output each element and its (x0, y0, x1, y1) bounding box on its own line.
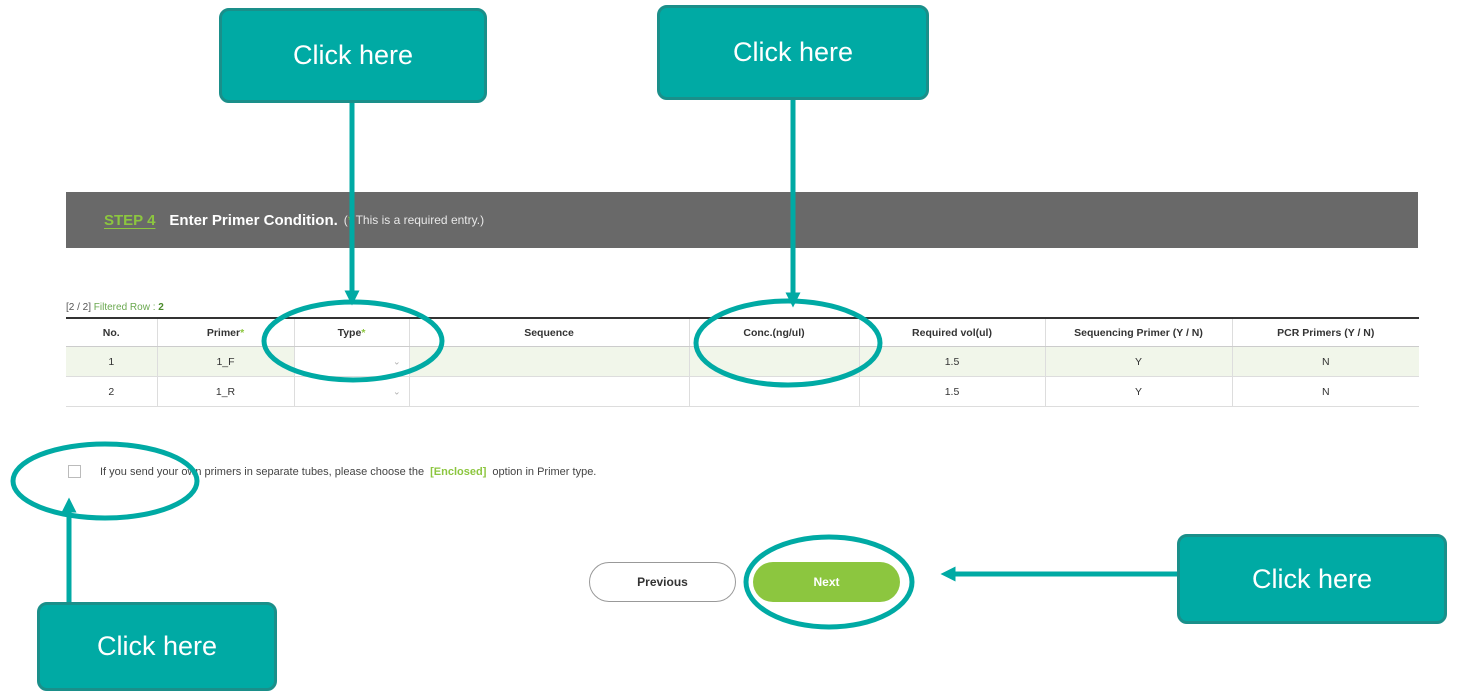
step-label: STEP 4 (104, 211, 156, 229)
cell-required-vol: 1.5 (858, 376, 1045, 407)
cell-required-vol: 1.5 (858, 346, 1045, 377)
cell-pcr-primers: N (1231, 376, 1419, 407)
cell-primer: 1_F (156, 346, 294, 377)
next-button[interactable]: Next (753, 562, 900, 602)
type-select[interactable]: ⌄ (293, 346, 409, 377)
filtered-row-info: [2 / 2] Filtered Row : 2 (66, 302, 164, 313)
header-pcr-primers: PCR Primers (Y / N) (1231, 317, 1419, 347)
cell-no: 2 (66, 376, 157, 407)
conc-input[interactable] (688, 346, 859, 377)
primer-table: No. Primer* Type* Sequence Conc.(ng/ul) … (66, 317, 1419, 407)
cell-pcr-primers: N (1231, 346, 1419, 377)
header-primer: Primer* (156, 317, 294, 347)
header-required-vol: Required vol(ul) (858, 317, 1045, 347)
header-conc: Conc.(ng/ul) (688, 317, 859, 347)
previous-button[interactable]: Previous (589, 562, 736, 602)
table-row: 2 1_R ⌄ 1.5 Y N (66, 376, 1419, 407)
enclosed-option-text: If you send your own primers in separate… (100, 465, 597, 478)
chevron-down-icon: ⌄ (392, 386, 401, 396)
header-sequencing-primer: Sequencing Primer (Y / N) (1044, 317, 1232, 347)
sequence-input[interactable] (408, 346, 689, 377)
header-type: Type* (293, 317, 409, 347)
enclosed-checkbox[interactable] (68, 465, 81, 478)
step-title: Enter Primer Condition. (169, 211, 338, 229)
header-no: No. (66, 317, 157, 347)
callout-type-column: Click here (219, 8, 487, 103)
callout-conc-column: Click here (657, 5, 929, 100)
chevron-down-icon: ⌄ (392, 356, 401, 366)
conc-input[interactable] (688, 376, 859, 407)
callout-checkbox: Click here (37, 602, 277, 691)
header-sequence: Sequence (408, 317, 689, 347)
type-select[interactable]: ⌄ (293, 376, 409, 407)
cell-sequencing-primer: Y (1044, 376, 1232, 407)
callout-next-button: Click here (1177, 534, 1447, 624)
enclosed-option-row: If you send your own primers in separate… (68, 465, 596, 478)
highlight-ellipse-checkbox (10, 441, 200, 521)
cell-primer: 1_R (156, 376, 294, 407)
sequence-input[interactable] (408, 376, 689, 407)
required-note: (* This is a required entry.) (343, 213, 485, 227)
cell-no: 1 (66, 346, 157, 377)
table-row: 1 1_F ⌄ 1.5 Y N (66, 346, 1419, 377)
cell-sequencing-primer: Y (1044, 346, 1232, 377)
step-header-bar: STEP 4 Enter Primer Condition. (* This i… (66, 192, 1418, 248)
table-header-row: No. Primer* Type* Sequence Conc.(ng/ul) … (66, 317, 1419, 347)
